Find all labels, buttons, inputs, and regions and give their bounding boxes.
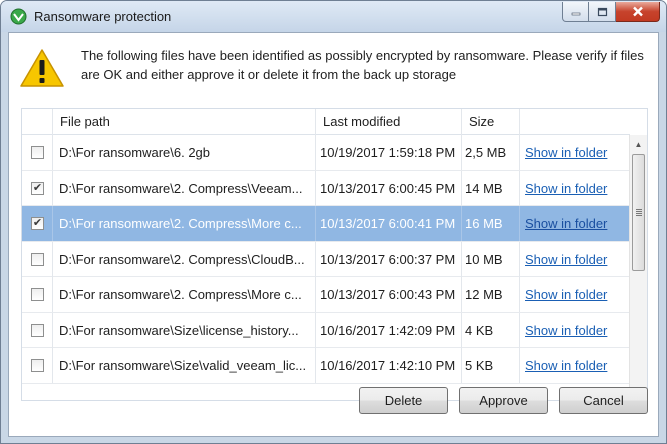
show-in-folder-link[interactable]: Show in folder	[520, 206, 630, 241]
show-in-folder-link[interactable]: Show in folder	[520, 313, 630, 348]
show-in-folder-link[interactable]: Show in folder	[520, 348, 630, 383]
row-checkbox[interactable]: ✔	[31, 217, 44, 230]
checkbox-cell: ✔	[22, 206, 53, 241]
window-title: Ransomware protection	[34, 9, 172, 24]
file-path-cell: D:\For ransomware\2. Compress\Veeam...	[53, 170, 316, 206]
warning-icon	[20, 49, 64, 87]
checkbox-cell	[22, 348, 53, 383]
maximize-icon	[597, 7, 607, 16]
header-last-modified[interactable]: Last modified	[316, 109, 462, 135]
row-checkbox[interactable]: ✔	[31, 181, 44, 195]
file-path-cell: D:\For ransomware\Size\license_history..…	[53, 312, 316, 348]
maximize-button[interactable]	[589, 2, 616, 22]
table-row[interactable]: ✔ D:\For ransomware\2. Compress\More c...…	[22, 206, 630, 242]
show-in-folder-link[interactable]: Show in folder	[520, 171, 630, 206]
file-path-cell: D:\For ransomware\6. 2gb	[53, 135, 316, 170]
file-path-cell: D:\For ransomware\2. Compress\CloudB...	[53, 241, 316, 277]
dialog-content: The following files have been identified…	[8, 32, 659, 437]
table-row[interactable]: D:\For ransomware\Size\valid_veeam_lic..…	[22, 348, 630, 384]
size-cell: 5 KB	[462, 348, 520, 383]
row-checkbox[interactable]	[31, 252, 44, 266]
header-file-path[interactable]: File path	[53, 109, 316, 135]
last-modified-cell: 10/13/2017 6:00:45 PM	[316, 170, 462, 206]
checkbox-cell	[22, 312, 53, 348]
checkbox-cell: ✔	[22, 170, 53, 206]
files-table: File path Last modified Size D:\For rans…	[21, 108, 648, 401]
grip-icon	[636, 209, 642, 216]
show-in-folder-link[interactable]: Show in folder	[520, 242, 630, 277]
show-in-folder-link[interactable]: Show in folder	[520, 135, 630, 170]
checkbox-cell	[22, 277, 53, 312]
row-checkbox[interactable]	[31, 323, 44, 337]
minimize-icon	[571, 12, 580, 15]
warning-message: The following files have been identified…	[81, 48, 644, 82]
close-button[interactable]	[616, 2, 660, 22]
row-checkbox[interactable]	[31, 146, 44, 159]
scrollbar-thumb[interactable]	[632, 154, 645, 271]
checkbox-cell	[22, 135, 53, 170]
size-cell: 16 MB	[462, 206, 520, 241]
size-cell: 10 MB	[462, 241, 520, 277]
minimize-button[interactable]	[562, 2, 589, 22]
scroll-up-icon[interactable]: ▲	[630, 136, 647, 153]
row-checkbox[interactable]	[31, 288, 44, 301]
file-path-cell: D:\For ransomware\Size\valid_veeam_lic..…	[53, 348, 316, 383]
veeam-app-icon	[10, 8, 27, 25]
delete-button[interactable]: Delete	[359, 387, 448, 414]
size-cell: 2,5 MB	[462, 135, 520, 170]
file-path-cell: D:\For ransomware\2. Compress\More c...	[53, 277, 316, 312]
last-modified-cell: 10/13/2017 6:00:43 PM	[316, 277, 462, 312]
size-cell: 14 MB	[462, 170, 520, 206]
last-modified-cell: 10/16/2017 1:42:10 PM	[316, 348, 462, 383]
table-row[interactable]: D:\For ransomware\Size\license_history..…	[22, 312, 630, 348]
approve-button[interactable]: Approve	[459, 387, 548, 414]
checkbox-cell	[22, 241, 53, 277]
last-modified-cell: 10/13/2017 6:00:37 PM	[316, 241, 462, 277]
table-row[interactable]: D:\For ransomware\6. 2gb 10/19/2017 1:59:…	[22, 135, 630, 171]
close-icon	[632, 6, 643, 17]
show-in-folder-link[interactable]: Show in folder	[520, 277, 630, 312]
header-action	[520, 109, 630, 135]
caption-buttons	[562, 2, 660, 22]
last-modified-cell: 10/16/2017 1:42:09 PM	[316, 312, 462, 348]
size-cell: 12 MB	[462, 277, 520, 312]
vertical-scrollbar[interactable]: ▲ ▼	[629, 135, 647, 400]
file-path-cell: D:\For ransomware\2. Compress\More c...	[53, 206, 316, 241]
last-modified-cell: 10/19/2017 1:59:18 PM	[316, 135, 462, 170]
table-row[interactable]: D:\For ransomware\2. Compress\More c... 1…	[22, 277, 630, 313]
table-header: File path Last modified Size	[22, 109, 630, 135]
title-bar[interactable]: Ransomware protection	[1, 1, 666, 32]
cancel-button[interactable]: Cancel	[559, 387, 648, 414]
header-checkbox-column	[22, 109, 53, 135]
header-size[interactable]: Size	[462, 109, 520, 135]
table-row[interactable]: D:\For ransomware\2. Compress\CloudB... 1…	[22, 241, 630, 277]
last-modified-cell: 10/13/2017 6:00:41 PM	[316, 206, 462, 241]
dialog-window: Ransomware protection The following file…	[0, 0, 667, 444]
row-checkbox[interactable]	[31, 359, 44, 372]
table-row[interactable]: ✔ D:\For ransomware\2. Compress\Veeam... 1…	[22, 170, 630, 206]
size-cell: 4 KB	[462, 312, 520, 348]
